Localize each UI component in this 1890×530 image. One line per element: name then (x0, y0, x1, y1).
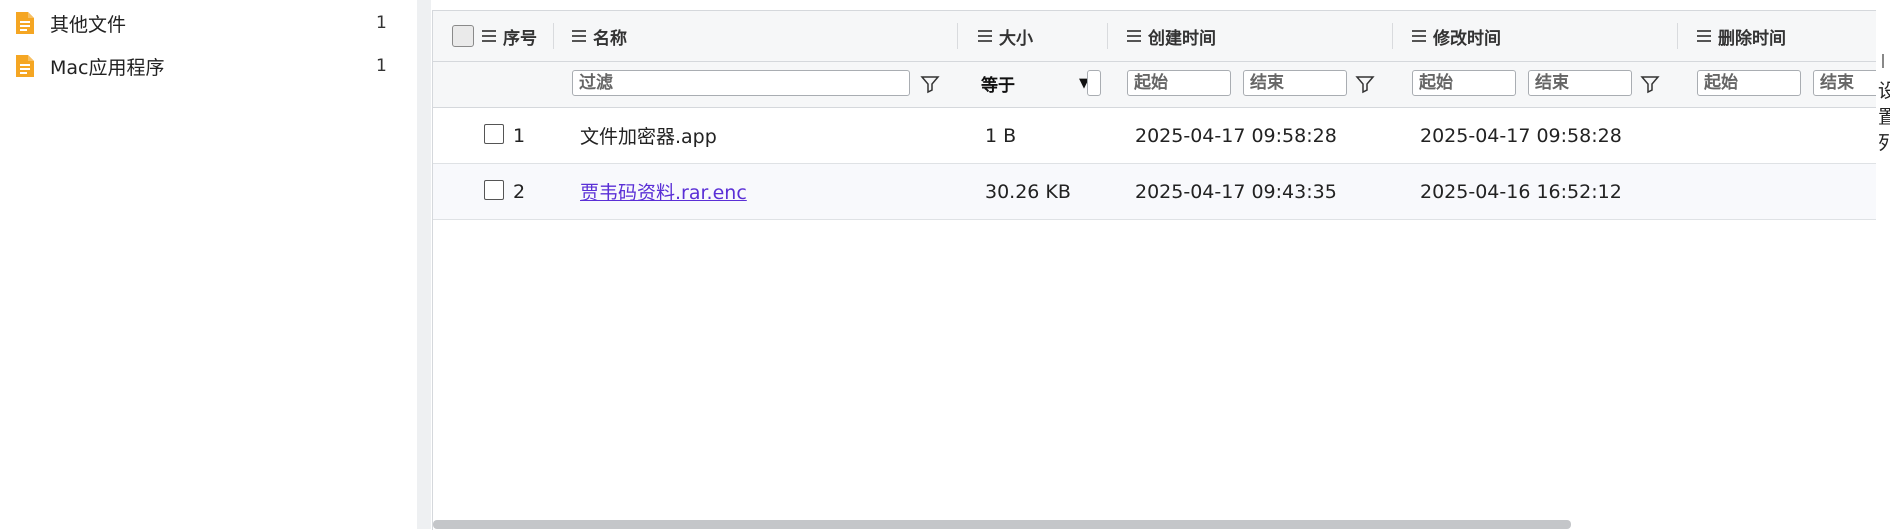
column-header-created[interactable]: 创建时间 (1127, 11, 1216, 61)
sidebar-item-other-files[interactable]: 其他文件 1 (0, 3, 417, 43)
file-name: 文件加密器.app (580, 126, 717, 148)
column-menu-icon (1412, 30, 1426, 42)
column-menu-icon (572, 30, 586, 42)
horizontal-scrollbar[interactable] (433, 520, 1571, 529)
column-divider (553, 23, 554, 49)
row-checkbox[interactable] (484, 180, 504, 200)
grip-icon (1882, 54, 1884, 68)
column-divider (1107, 23, 1108, 49)
settings-char: 设 (1878, 80, 1890, 102)
column-header-modified[interactable]: 修改时间 (1412, 11, 1501, 61)
file-size: 30.26 KB (985, 180, 1071, 203)
document-folder-icon (16, 55, 34, 77)
sidebar-item-count: 1 (376, 13, 387, 33)
settings-char: 列 (1878, 132, 1890, 154)
filter-icon[interactable] (1640, 74, 1660, 94)
created-start-input[interactable] (1127, 70, 1231, 96)
deleted-start-input[interactable] (1697, 70, 1801, 96)
deleted-end-input[interactable] (1813, 70, 1876, 96)
sidebar-item-label: Mac应用程序 (50, 56, 165, 79)
created-end-input[interactable] (1243, 70, 1347, 96)
table-row[interactable]: 2 贾韦码资料.rar.enc 30.26 KB 2025-04-17 09:4… (433, 164, 1876, 220)
column-header-name[interactable]: 名称 (572, 11, 627, 61)
created-time: 2025-04-17 09:43:35 (1135, 180, 1337, 203)
created-time: 2025-04-17 09:58:28 (1135, 124, 1337, 147)
size-filter-input[interactable] (1087, 70, 1101, 96)
column-menu-icon (978, 30, 992, 42)
column-settings-panel[interactable]: 设 置 列 (1876, 10, 1890, 529)
column-menu-icon (482, 30, 496, 42)
modified-time: 2025-04-16 16:52:12 (1420, 180, 1622, 203)
sidebar-item-label: 其他文件 (50, 13, 127, 36)
column-menu-icon (1127, 30, 1141, 42)
name-filter-input[interactable] (572, 70, 910, 96)
table-row[interactable]: 1 文件加密器.app 1 B 2025-04-17 09:58:28 2025… (433, 108, 1876, 164)
document-folder-icon (16, 12, 34, 34)
row-checkbox[interactable] (484, 124, 504, 144)
table-header: 序号 名称 大小 创建时间 修改时间 删除时间 (433, 11, 1876, 62)
column-divider (1392, 23, 1393, 49)
modified-end-input[interactable] (1528, 70, 1632, 96)
row-index: 1 (513, 124, 526, 147)
folder-sidebar: 其他文件 1 Mac应用程序 1 (0, 0, 417, 529)
filter-icon[interactable] (1355, 74, 1375, 94)
column-header-index[interactable]: 序号 (482, 11, 537, 61)
column-title: 修改时间 (1433, 28, 1501, 49)
column-divider (957, 23, 958, 49)
column-title: 删除时间 (1718, 28, 1786, 49)
file-table: 序号 名称 大小 创建时间 修改时间 删除时间 过滤 等于 ▼ 起始 结束 起始… (432, 10, 1876, 530)
row-index: 2 (513, 180, 526, 203)
file-size: 1 B (985, 124, 1017, 147)
column-title: 序号 (503, 28, 537, 49)
column-title: 名称 (593, 28, 627, 49)
size-operator-value: 等于 (981, 75, 1015, 96)
modified-time: 2025-04-17 09:58:28 (1420, 124, 1622, 147)
sidebar-item-count: 1 (376, 56, 387, 76)
column-title: 大小 (999, 28, 1033, 49)
column-title: 创建时间 (1148, 28, 1216, 49)
filter-icon[interactable] (920, 74, 940, 94)
column-header-size[interactable]: 大小 (978, 11, 1033, 61)
panel-divider[interactable] (417, 0, 431, 529)
column-divider (1677, 23, 1678, 49)
column-menu-icon (1697, 30, 1711, 42)
sidebar-item-mac-apps[interactable]: Mac应用程序 1 (0, 46, 417, 86)
file-name-link[interactable]: 贾韦码资料.rar.enc (580, 164, 747, 219)
column-header-deleted[interactable]: 删除时间 (1697, 11, 1786, 61)
select-all-checkbox[interactable] (452, 25, 474, 47)
filter-row: 等于 ▼ (433, 62, 1876, 108)
modified-start-input[interactable] (1412, 70, 1516, 96)
settings-char: 置 (1878, 106, 1890, 128)
